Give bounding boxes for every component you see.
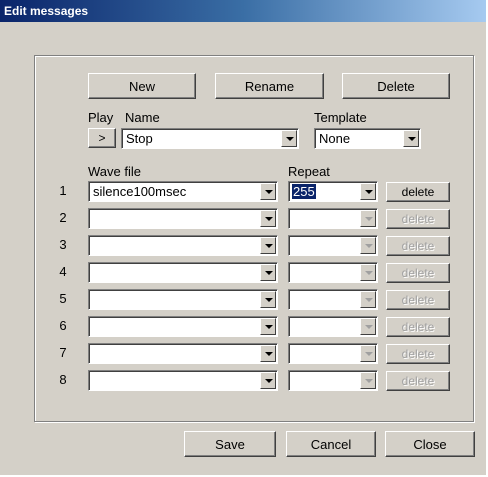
- chevron-down-icon[interactable]: [260, 237, 276, 254]
- row-number: 6: [59, 318, 67, 333]
- chevron-down-icon: [360, 318, 376, 335]
- chevron-down-icon[interactable]: [260, 372, 276, 389]
- row-delete-button: delete: [386, 344, 450, 364]
- chevron-down-icon: [360, 237, 376, 254]
- wave-file-value: silence100msec: [93, 184, 187, 199]
- row-delete-button: delete: [386, 317, 450, 337]
- chevron-down-icon[interactable]: [260, 183, 276, 200]
- name-combo[interactable]: Stop: [121, 128, 299, 149]
- chevron-down-icon[interactable]: [260, 345, 276, 362]
- row-delete-button: delete: [386, 290, 450, 310]
- chevron-down-icon: [360, 345, 376, 362]
- chevron-down-icon: [360, 264, 376, 281]
- template-combo[interactable]: None: [314, 128, 421, 149]
- repeat-combo: [288, 235, 378, 256]
- chevron-down-icon: [360, 372, 376, 389]
- repeat-header: Repeat: [288, 164, 330, 179]
- row-number: 1: [59, 183, 67, 198]
- row-delete-button: delete: [386, 236, 450, 256]
- repeat-combo: [288, 208, 378, 229]
- chevron-down-icon: [360, 210, 376, 227]
- wave-file-header: Wave file: [88, 164, 141, 179]
- repeat-combo[interactable]: 255: [288, 181, 378, 202]
- play-button[interactable]: >: [88, 128, 116, 148]
- chevron-down-icon[interactable]: [281, 130, 297, 147]
- repeat-combo: [288, 343, 378, 364]
- chevron-down-icon[interactable]: [260, 264, 276, 281]
- wave-file-combo[interactable]: [88, 370, 278, 391]
- wave-file-combo[interactable]: [88, 208, 278, 229]
- row-number: 5: [59, 291, 67, 306]
- row-number: 2: [59, 210, 67, 225]
- name-combo-value: Stop: [126, 131, 153, 146]
- new-button[interactable]: New: [88, 73, 196, 99]
- wave-file-combo[interactable]: [88, 235, 278, 256]
- row-number: 4: [59, 264, 67, 279]
- rename-button[interactable]: Rename: [215, 73, 324, 99]
- repeat-combo: [288, 262, 378, 283]
- template-combo-value: None: [319, 131, 351, 146]
- close-button[interactable]: Close: [385, 431, 475, 457]
- cancel-button[interactable]: Cancel: [286, 431, 376, 457]
- chevron-down-icon[interactable]: [260, 210, 276, 227]
- save-button[interactable]: Save: [184, 431, 276, 457]
- name-label: Name: [125, 110, 160, 125]
- chevron-down-icon[interactable]: [360, 183, 376, 200]
- repeat-combo: [288, 289, 378, 310]
- wave-file-combo[interactable]: [88, 262, 278, 283]
- repeat-combo: [288, 370, 378, 391]
- title-bar[interactable]: Edit messages: [0, 0, 486, 22]
- repeat-combo: [288, 316, 378, 337]
- row-number: 8: [59, 372, 67, 387]
- wave-file-combo[interactable]: silence100msec: [88, 181, 278, 202]
- row-number: 3: [59, 237, 67, 252]
- wave-file-combo[interactable]: [88, 343, 278, 364]
- row-delete-button: delete: [386, 263, 450, 283]
- template-label: Template: [314, 110, 367, 125]
- wave-file-combo[interactable]: [88, 289, 278, 310]
- play-label: Play: [88, 110, 114, 125]
- chevron-down-icon[interactable]: [260, 318, 276, 335]
- row-delete-button: delete: [386, 371, 450, 391]
- repeat-value: 255: [292, 184, 316, 199]
- chevron-down-icon[interactable]: [403, 130, 419, 147]
- edit-messages-window: Edit messages New Rename Delete Play Nam…: [0, 0, 488, 477]
- wave-file-combo[interactable]: [88, 316, 278, 337]
- row-delete-button[interactable]: delete: [386, 182, 450, 202]
- row-number: 7: [59, 345, 67, 360]
- chevron-down-icon[interactable]: [260, 291, 276, 308]
- window-title: Edit messages: [4, 4, 89, 18]
- chevron-down-icon: [360, 291, 376, 308]
- delete-message-button[interactable]: Delete: [342, 73, 450, 99]
- row-delete-button: delete: [386, 209, 450, 229]
